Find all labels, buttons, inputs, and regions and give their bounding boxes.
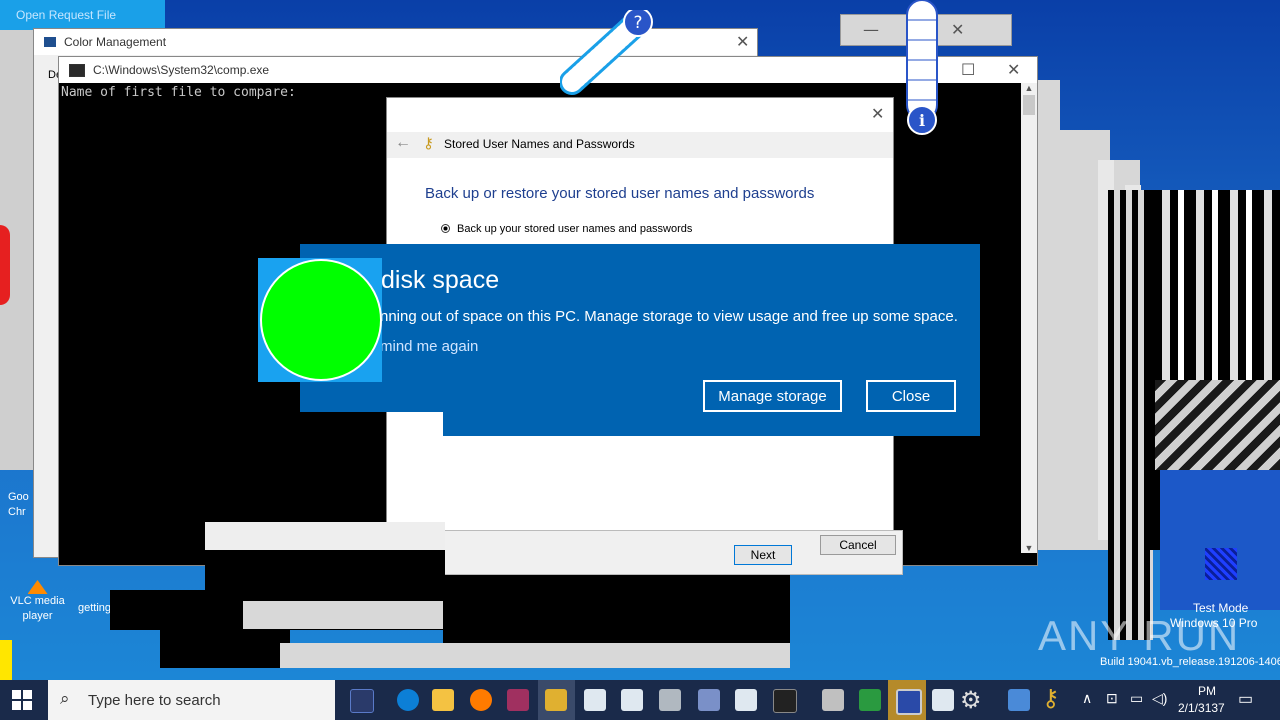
- glitch-light-strip: [205, 522, 445, 550]
- comp-console-title: C:\Windows\System32\comp.exe: [93, 63, 270, 77]
- key-icon: ⚷: [423, 135, 434, 152]
- file-explorer-icon[interactable]: [432, 689, 454, 711]
- window-icon-3[interactable]: [735, 689, 757, 711]
- window-icon-1[interactable]: [584, 689, 606, 711]
- scroll-up-icon[interactable]: ▲: [1021, 83, 1037, 93]
- volume-icon[interactable]: ◁): [1152, 690, 1167, 707]
- stored-close-icon[interactable]: ✕: [871, 104, 884, 123]
- stored-window-header: [387, 98, 893, 132]
- back-arrow-icon[interactable]: ←: [395, 134, 411, 152]
- windows-version-label: Windows 10 Pro: [1170, 616, 1258, 630]
- scroll-down-icon[interactable]: ▼: [1021, 543, 1037, 553]
- toast-remind-link[interactable]: mind me again: [380, 338, 478, 355]
- windows-logo-icon: [12, 690, 32, 710]
- desktop-icon-getting[interactable]: getting: [78, 598, 111, 616]
- desktop-icon-vlc[interactable]: VLC media player: [5, 580, 70, 624]
- glitch-checker: [1155, 380, 1280, 470]
- clock-time[interactable]: PM: [1198, 684, 1216, 698]
- toast-title: disk space: [381, 266, 500, 294]
- search-icon: ⌕: [60, 689, 70, 708]
- glitch-pixel-block: [1205, 548, 1237, 580]
- red-shape: [0, 225, 10, 305]
- control-panel-icon[interactable]: [1008, 689, 1030, 711]
- network-icon[interactable]: ▭: [1130, 690, 1143, 707]
- stored-window-title: Stored User Names and Passwords: [444, 137, 635, 151]
- desktop-icon-vlc-label: VLC media player: [10, 595, 65, 622]
- console-icon: [69, 63, 85, 77]
- scroll-thumb[interactable]: [1023, 95, 1035, 115]
- key-taskbar-icon[interactable]: ⚷: [1042, 684, 1060, 713]
- task-view-icon[interactable]: [350, 689, 374, 713]
- ghost-minimize-icon[interactable]: —: [863, 20, 879, 39]
- firefox-icon[interactable]: [470, 689, 492, 711]
- backup-radio-label: Back up your stored user names and passw…: [457, 223, 693, 235]
- taskbar-search-box[interactable]: ⌕ Type here to search: [48, 680, 335, 720]
- toast-message: nning out of space on this PC. Manage st…: [380, 308, 958, 325]
- yellow-shape: [0, 640, 12, 680]
- comp-console-titlebar[interactable]: C:\Windows\System32\comp.exe: [59, 57, 1037, 83]
- edge-icon[interactable]: [397, 689, 419, 711]
- vlc-icon: [27, 580, 48, 594]
- window-icon-4[interactable]: [932, 689, 954, 711]
- console-taskbar-icon[interactable]: [773, 689, 797, 713]
- svg-text:?: ?: [633, 13, 642, 33]
- backup-radio[interactable]: [441, 224, 450, 233]
- green-circle: [260, 259, 382, 381]
- comp-close-icon[interactable]: ✕: [1007, 60, 1020, 79]
- color-management-close-icon[interactable]: ✕: [736, 32, 749, 51]
- glitch-black-4: [443, 575, 790, 645]
- next-button[interactable]: Next: [734, 545, 792, 565]
- glitch-gray-strip: [243, 601, 443, 629]
- build-label: Build 19041.vb_release.191206-1406: [1100, 656, 1280, 668]
- search-placeholder: Type here to search: [88, 692, 221, 709]
- test-mode-label: Test Mode: [1193, 601, 1249, 615]
- monitor-icon: [896, 689, 922, 715]
- drive-icon[interactable]: [659, 689, 681, 711]
- console-scrollbar[interactable]: ▲ ▼: [1021, 83, 1037, 553]
- color-management-icon: [44, 37, 56, 47]
- cancel-button[interactable]: Cancel: [820, 535, 896, 555]
- open-request-title: Open Request File: [16, 8, 117, 22]
- desktop-icon-getting-label: getting: [78, 602, 112, 614]
- gear-icon[interactable]: ⚙: [960, 686, 982, 715]
- low-disk-toast-lower: [443, 410, 980, 436]
- network-tool-icon[interactable]: [859, 689, 881, 711]
- winrar-icon[interactable]: [507, 689, 529, 711]
- console-prompt: Name of first file to compare:: [61, 85, 296, 100]
- user-icon[interactable]: [698, 689, 720, 711]
- stored-heading: Back up or restore your stored user name…: [425, 185, 815, 202]
- keys-icon: [545, 689, 567, 711]
- printer-icon[interactable]: [822, 689, 844, 711]
- color-management-title: Color Management: [64, 35, 167, 49]
- comp-maximize-icon[interactable]: ☐: [961, 60, 975, 79]
- start-button[interactable]: [12, 690, 32, 710]
- credential-manager-taskbar[interactable]: [538, 680, 575, 720]
- color-management-taskbar[interactable]: [888, 680, 926, 720]
- glitch-blue-block: [1160, 470, 1280, 610]
- tray-chevron-icon[interactable]: ∧: [1082, 690, 1092, 707]
- tray-device-icon[interactable]: ⊡: [1106, 690, 1118, 707]
- glitch-stripes-left: [1108, 190, 1153, 640]
- help-icon-trail: ?: [559, 7, 655, 95]
- svg-text:i: i: [919, 111, 925, 130]
- taskbar: ⌕ Type here to search ⚙ ⚷ ∧ ⊡ ▭ ◁) PM 2/…: [0, 680, 1280, 720]
- toast-close-button[interactable]: Close: [866, 380, 956, 412]
- manage-storage-button[interactable]: Manage storage: [703, 380, 842, 412]
- info-icon-trail: i: [902, 0, 942, 138]
- notification-icon[interactable]: ▭: [1238, 689, 1253, 709]
- open-request-titlebar[interactable]: Open Request File: [0, 0, 165, 30]
- glitch-gray-strip-2: [280, 643, 790, 668]
- window-icon-2[interactable]: [621, 689, 643, 711]
- glitch-black-3: [160, 628, 290, 668]
- ghost-close-icon[interactable]: ✕: [951, 20, 964, 39]
- clock-date[interactable]: 2/1/3137: [1178, 701, 1225, 715]
